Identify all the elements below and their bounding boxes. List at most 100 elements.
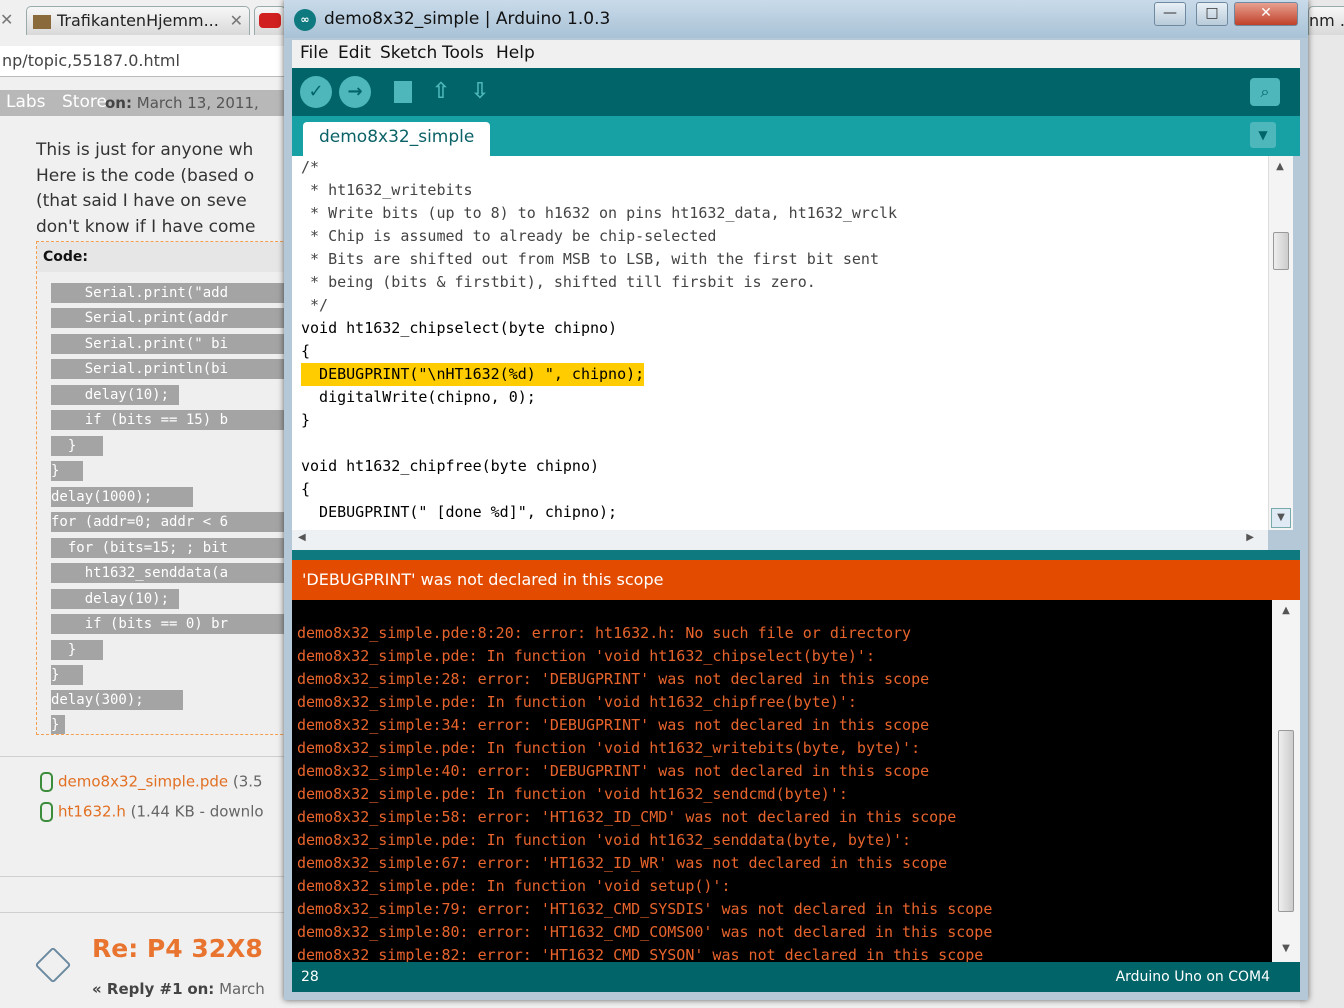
attachment-meta: (3.5	[232, 772, 263, 791]
post-body: This is just for anyone wh Here is the c…	[36, 138, 296, 240]
scroll-up-icon[interactable]: ▲	[1277, 602, 1295, 620]
menu-bar: File Edit Sketch Tools Help	[292, 40, 1300, 68]
save-icon[interactable]: ⇩	[464, 76, 496, 108]
console-output[interactable]: demo8x32_simple.pde:8:20: error: ht1632.…	[292, 600, 1272, 962]
code-editor[interactable]: /* * ht1632_writebits * Write bits (up t…	[292, 156, 1268, 530]
nav-link-labs[interactable]: Labs	[6, 92, 46, 112]
code-line: Serial.print(" bi	[51, 334, 297, 354]
code-line: * ht1632_writebits	[301, 181, 473, 199]
code-line: }	[51, 640, 103, 660]
browser-tab[interactable]: nm ...	[1308, 6, 1344, 35]
scroll-down-icon[interactable]: ▼	[1277, 940, 1295, 958]
scroll-up-icon[interactable]: ▲	[1271, 158, 1289, 176]
console-line: demo8x32_simple.pde:8:20: error: ht1632.…	[297, 624, 912, 642]
browser-tab-label: TrafikantenHjemm...	[57, 11, 219, 30]
console-line: demo8x32_simple:58: error: 'HT1632_ID_CM…	[297, 808, 957, 826]
editor-vertical-scrollbar[interactable]: ▲ ▼	[1268, 156, 1293, 530]
upload-icon[interactable]: →	[339, 76, 371, 108]
console-line: demo8x32_simple:82: error: 'HT1632_CMD_S…	[297, 946, 984, 962]
line-number: 28	[301, 969, 319, 985]
title-bar[interactable]: ∞ demo8x32_simple | Arduino 1.0.3 — □ ✕	[284, 0, 1308, 38]
paperclip-icon	[40, 802, 53, 822]
console-scrollbar[interactable]: ▲ ▼	[1272, 600, 1300, 962]
address-bar[interactable]: np/topic,55187.0.html	[0, 46, 292, 77]
post-text-line: This is just for anyone wh	[36, 140, 254, 160]
scrollbar-thumb[interactable]	[1273, 232, 1289, 270]
console-line: demo8x32_simple.pde: In function 'void h…	[297, 785, 848, 803]
console-line: demo8x32_simple:34: error: 'DEBUGPRINT' …	[297, 716, 930, 734]
console-line: demo8x32_simple:80: error: 'HT1632_CMD_C…	[297, 923, 993, 941]
close-button[interactable]: ✕	[1234, 2, 1298, 26]
code-line: {	[301, 480, 311, 498]
folder-icon	[33, 14, 51, 29]
code-line: Serial.print("add	[51, 283, 297, 303]
menu-help[interactable]: Help	[496, 43, 535, 63]
console-line: demo8x32_simple.pde: In function 'void h…	[297, 831, 912, 849]
status-message: 'DEBUGPRINT' was not declared in this sc…	[302, 570, 664, 589]
post-date: on: March 13, 2011,	[105, 94, 259, 112]
code-line: * being (bits & firstbit), shifted till …	[301, 273, 816, 291]
code-line: /*	[301, 158, 320, 176]
reply-meta: « Reply #1 on: March	[92, 980, 265, 998]
verify-icon[interactable]: ✓	[300, 76, 332, 108]
minimize-button[interactable]: —	[1154, 2, 1186, 26]
nav-link-store[interactable]: Store	[62, 92, 107, 112]
menu-file[interactable]: File	[300, 43, 328, 63]
maximize-button[interactable]: □	[1196, 2, 1228, 26]
browser-tab[interactable]: TrafikantenHjemm... ✕	[26, 6, 250, 35]
code-line: * Bits are shifted out from MSB to LSB, …	[301, 250, 879, 268]
code-line: void ht1632_chipfree(byte chipno)	[301, 457, 600, 475]
error-status-bar: 'DEBUGPRINT' was not declared in this sc…	[292, 560, 1300, 600]
scroll-right-icon[interactable]: ▶	[1246, 532, 1254, 543]
code-line: if (bits == 15) b	[51, 410, 297, 430]
code-line: * Chip is assumed to already be chip-sel…	[301, 227, 717, 245]
code-line: Serial.println(bi	[51, 359, 297, 379]
code-line: delay(300);	[51, 690, 183, 710]
console-line: demo8x32_simple.pde: In function 'void s…	[297, 877, 731, 895]
serial-monitor-icon[interactable]: ⌕	[1250, 78, 1280, 106]
open-icon[interactable]: ⇧	[425, 76, 457, 108]
forum-code-block: Code: Serial.print("add Serial.print(add…	[36, 241, 298, 735]
code-line: if (bits == 0) br	[51, 614, 297, 634]
menu-sketch[interactable]: Sketch	[380, 43, 437, 63]
youtube-icon	[259, 13, 281, 28]
code-line: ht1632_senddata(a	[51, 563, 297, 583]
console-line: demo8x32_simple:79: error: 'HT1632_CMD_S…	[297, 900, 993, 918]
chevron-down-icon[interactable]: ▼	[1250, 122, 1276, 148]
attachment-link[interactable]: demo8x32_simple.pde	[58, 773, 228, 791]
paperclip-icon	[40, 772, 53, 792]
new-icon[interactable]	[387, 76, 419, 108]
window-title: demo8x32_simple | Arduino 1.0.3	[324, 9, 611, 29]
attachment-meta: (1.44 KB - downlo	[130, 802, 264, 821]
arduino-ide-window: ∞ demo8x32_simple | Arduino 1.0.3 — □ ✕ …	[284, 0, 1308, 1000]
board-info: Arduino Uno on COM4	[1115, 969, 1270, 985]
scrollbar-thumb[interactable]	[1278, 730, 1294, 912]
post-text-line: don't know if I have come	[36, 216, 256, 237]
browser-tab[interactable]	[254, 6, 286, 35]
arduino-logo-icon: ∞	[294, 9, 316, 31]
menu-edit[interactable]: Edit	[338, 43, 371, 63]
sketch-tab-bar: demo8x32_simple ▼	[292, 116, 1300, 156]
tab-close-icon[interactable]: ✕	[0, 6, 18, 34]
highlighted-error-line: DEBUGPRINT("\nHT1632(%d) ", chipno);	[301, 363, 645, 386]
code-line: delay(1000);	[51, 487, 193, 507]
pane-divider[interactable]	[292, 550, 1300, 560]
post-text-line: Here is the code (based o	[36, 165, 255, 186]
divider	[0, 876, 290, 877]
reply-icon	[34, 946, 72, 984]
menu-tools[interactable]: Tools	[442, 43, 484, 63]
site-nav: Labs Store on: March 13, 2011,	[0, 90, 290, 116]
reply-title[interactable]: Re: P4 32X8	[92, 934, 263, 963]
editor-horizontal-scrollbar[interactable]: ◀ ▶	[292, 530, 1268, 550]
browser-tab-label: nm ...	[1309, 11, 1344, 30]
toolbar: ✓ → ⇧ ⇩ ⌕	[292, 68, 1300, 116]
attachment: ht1632.h (1.44 KB - downlo	[40, 802, 264, 822]
console-line: demo8x32_simple.pde: In function 'void h…	[297, 647, 875, 665]
sketch-tab[interactable]: demo8x32_simple	[303, 122, 491, 156]
scroll-left-icon[interactable]: ◀	[298, 532, 306, 543]
attachment-link[interactable]: ht1632.h	[58, 803, 126, 821]
console-line: demo8x32_simple.pde: In function 'void h…	[297, 739, 921, 757]
tab-close-icon[interactable]: ✕	[230, 7, 243, 35]
code-line: }	[301, 411, 311, 429]
scroll-down-icon[interactable]: ▼	[1271, 508, 1291, 528]
